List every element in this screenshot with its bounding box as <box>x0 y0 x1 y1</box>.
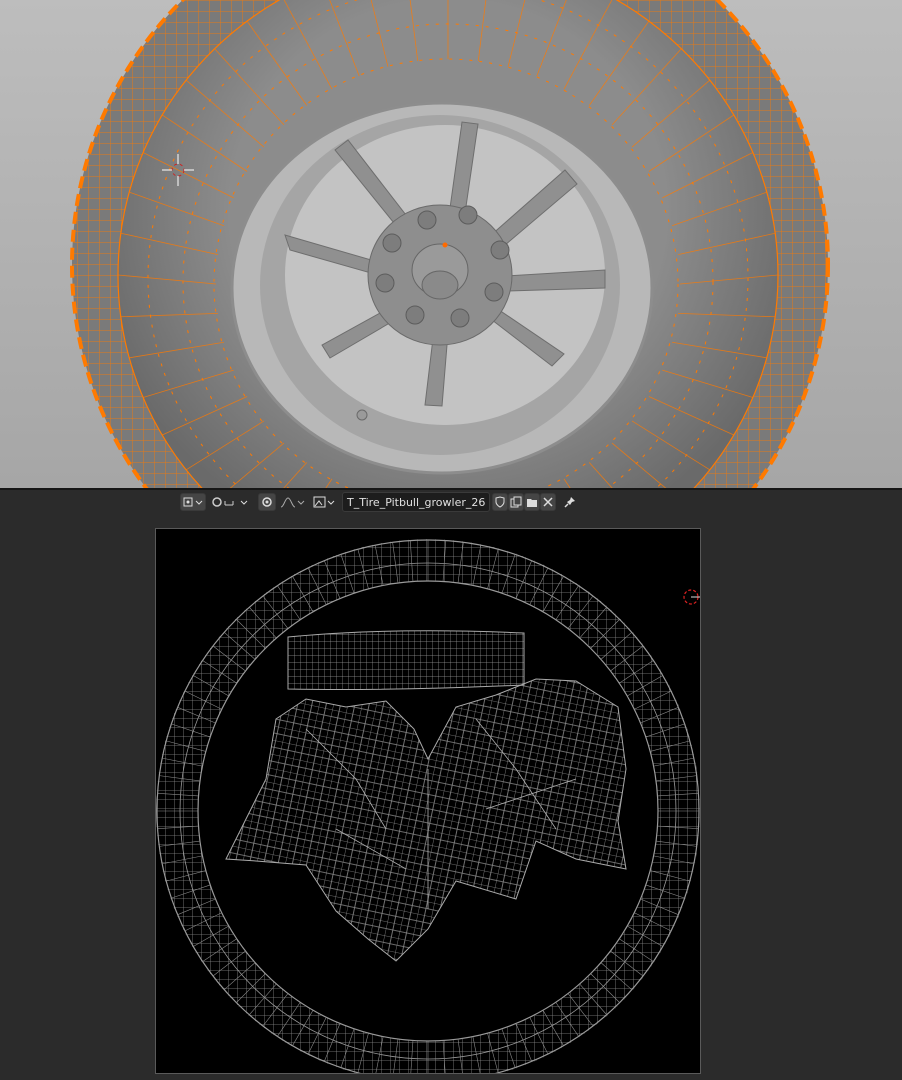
3d-viewport[interactable] <box>0 0 902 488</box>
open-image-icon[interactable] <box>524 493 541 511</box>
pivot-icon[interactable] <box>258 493 276 511</box>
pin-icon[interactable] <box>560 493 580 511</box>
uv-canvas[interactable] <box>155 528 701 1074</box>
new-image-icon[interactable] <box>508 493 525 511</box>
unlink-icon[interactable] <box>540 493 557 511</box>
uv-islands <box>156 529 700 1073</box>
proportional-editing-icon[interactable] <box>278 493 306 511</box>
selection-mode-icon[interactable] <box>180 493 206 511</box>
fake-user-icon[interactable] <box>492 493 509 511</box>
image-name-field[interactable]: T_Tire_Pitbull_growler_26 <box>342 492 491 512</box>
sticky-selection-icon[interactable] <box>210 493 252 511</box>
uv-editor[interactable]: T_Tire_Pitbull_growler_26 <box>0 490 902 1080</box>
2d-cursor-icon[interactable] <box>683 589 701 607</box>
image-browse-icon[interactable] <box>312 493 338 511</box>
uv-editor-header: T_Tire_Pitbull_growler_26 <box>0 490 902 514</box>
tire-model <box>70 0 830 488</box>
image-name: T_Tire_Pitbull_growler_26 <box>347 495 486 509</box>
